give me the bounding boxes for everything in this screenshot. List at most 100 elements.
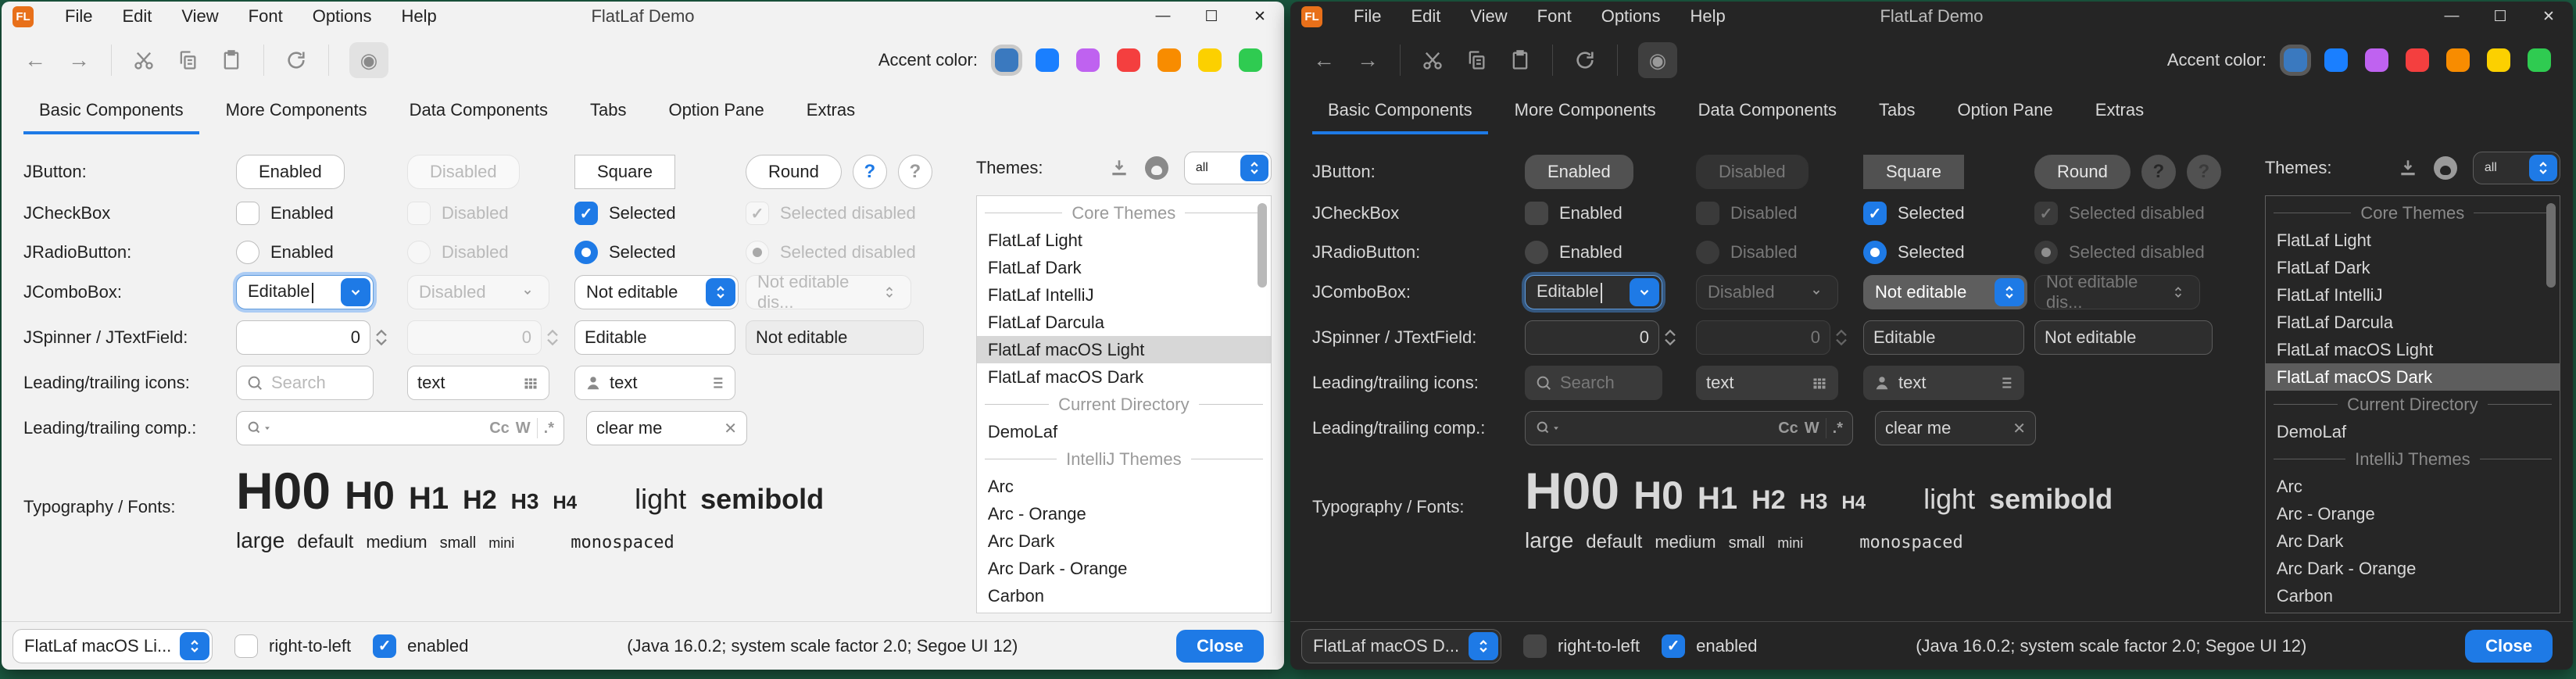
theme-item[interactable]: FlatLaf macOS Dark — [2266, 363, 2560, 391]
tab-more-components[interactable]: More Components — [210, 89, 383, 134]
enabled-button[interactable]: Enabled — [1525, 155, 1633, 189]
forward-icon[interactable]: → — [1356, 48, 1379, 72]
theme-item[interactable]: FlatLaf Light — [977, 227, 1271, 254]
theme-item[interactable]: DemoLaf — [2266, 418, 2560, 445]
clearable-input[interactable]: clear me ✕ — [1875, 411, 2036, 445]
spinner-field[interactable]: 0 — [1525, 320, 1659, 355]
theme-item[interactable]: Arc Dark — [2266, 527, 2560, 555]
combobox-not-editable[interactable]: Not editable — [1863, 275, 2027, 309]
accent-swatch-red[interactable] — [2406, 48, 2429, 72]
download-icon[interactable] — [1109, 158, 1129, 178]
chevron-up-down-icon[interactable] — [706, 278, 735, 306]
cut-icon[interactable] — [132, 48, 156, 72]
menu-view[interactable]: View — [181, 6, 218, 27]
search-with-options-input[interactable]: Cc W .* — [236, 411, 564, 445]
scrollbar-thumb[interactable] — [1258, 203, 1267, 288]
theme-item[interactable]: Arc Dark — [977, 527, 1271, 555]
show-hidden-toggle eye-icon[interactable]: ◉ — [349, 42, 388, 78]
chevron-up-down-icon[interactable] — [1995, 278, 2024, 306]
square-button[interactable]: Square — [574, 155, 675, 189]
enabled-checkbox[interactable]: ✓ — [373, 634, 396, 658]
right-to-left-checkbox[interactable] — [234, 634, 258, 658]
cut-icon[interactable] — [1421, 48, 1444, 72]
maximize-icon[interactable]: ☐ — [2476, 2, 2524, 31]
menu-file[interactable]: File — [65, 6, 92, 27]
look-and-feel-combobox[interactable]: FlatLaf macOS Li... — [13, 629, 213, 663]
right-to-left-checkbox[interactable] — [1523, 634, 1547, 658]
accent-swatch-green[interactable] — [1239, 48, 1262, 72]
whole-word-button[interactable]: W — [516, 420, 531, 438]
menu-font[interactable]: Font — [1537, 6, 1572, 27]
chevron-up-down-icon[interactable] — [1469, 632, 1498, 660]
paste-icon[interactable] — [220, 48, 243, 72]
minimize-icon[interactable]: — — [1139, 2, 1187, 31]
search-input[interactable] — [236, 366, 374, 400]
close-icon[interactable]: ✕ — [1236, 2, 1284, 31]
theme-item[interactable]: Arc - Orange — [977, 500, 1271, 527]
theme-item[interactable]: DemoLaf — [977, 418, 1271, 445]
tab-more-components[interactable]: More Components — [1499, 89, 1672, 134]
theme-item[interactable]: FlatLaf macOS Dark — [977, 363, 1271, 391]
round-button[interactable]: Round — [2034, 155, 2131, 189]
match-case-button[interactable]: Cc — [1778, 420, 1798, 438]
menu-edit[interactable]: Edit — [1411, 6, 1440, 27]
textfield-editable[interactable]: Editable — [1863, 320, 2024, 355]
search-dropdown-icon[interactable] — [1535, 420, 1560, 437]
accent-swatch-orange[interactable] — [2446, 48, 2470, 72]
round-button[interactable]: Round — [746, 155, 842, 189]
accent-swatch-green[interactable] — [2528, 48, 2551, 72]
forward-icon[interactable]: → — [67, 48, 91, 72]
show-hidden-toggle eye-icon[interactable]: ◉ — [1638, 42, 1677, 78]
scrollbar-thumb[interactable] — [2546, 203, 2556, 288]
accent-swatch-purple[interactable] — [2365, 48, 2388, 72]
theme-item[interactable]: FlatLaf Darcula — [977, 309, 1271, 336]
combobox-editable[interactable]: Editable — [1525, 275, 1662, 309]
spinner-arrows[interactable] — [375, 329, 388, 346]
chevron-up-down-icon[interactable] — [1240, 155, 1268, 181]
refresh-icon[interactable] — [284, 48, 308, 72]
textfield-editable[interactable]: Editable — [574, 320, 735, 355]
accent-swatch-default[interactable] — [995, 48, 1018, 72]
radio-enabled[interactable] — [236, 241, 259, 264]
clear-icon[interactable]: ✕ — [724, 419, 737, 438]
copy-icon[interactable] — [1465, 48, 1488, 72]
themes-filter-combobox[interactable]: all — [2473, 152, 2560, 184]
tab-basic-components[interactable]: Basic Components — [23, 89, 199, 134]
tab-option-pane[interactable]: Option Pane — [653, 89, 779, 134]
paste-icon[interactable] — [1508, 48, 1532, 72]
enabled-checkbox[interactable]: ✓ — [1662, 634, 1685, 658]
help-button[interactable]: ? — [853, 155, 887, 189]
theme-item[interactable]: Cobalt 2 — [2266, 609, 2560, 613]
minimize-icon[interactable]: — — [2428, 2, 2476, 31]
radio-enabled[interactable] — [1525, 241, 1548, 264]
square-button[interactable]: Square — [1863, 155, 1964, 189]
accent-swatch-orange[interactable] — [1157, 48, 1181, 72]
copy-icon[interactable] — [176, 48, 199, 72]
theme-item[interactable]: Arc Dark - Orange — [977, 555, 1271, 582]
menu-view[interactable]: View — [1470, 6, 1507, 27]
menu-help[interactable]: Help — [402, 6, 437, 27]
theme-item[interactable]: Arc Dark - Orange — [2266, 555, 2560, 582]
github-icon[interactable] — [2434, 156, 2457, 180]
clear-icon[interactable]: ✕ — [2012, 419, 2026, 438]
menu-options[interactable]: Options — [1601, 6, 1661, 27]
match-case-button[interactable]: Cc — [489, 420, 510, 438]
chevron-up-down-icon[interactable] — [2529, 155, 2557, 181]
theme-item[interactable]: FlatLaf macOS Light — [2266, 336, 2560, 363]
menu-font[interactable]: Font — [249, 6, 283, 27]
close-button[interactable]: Close — [2465, 630, 2553, 663]
checkbox-enabled[interactable] — [236, 202, 259, 225]
search-with-options-input[interactable]: Cc W .* — [1525, 411, 1853, 445]
list-icon[interactable] — [1997, 374, 2014, 391]
tab-data-components[interactable]: Data Components — [394, 89, 564, 134]
accent-swatch-default[interactable] — [2284, 48, 2307, 72]
theme-item[interactable]: Cobalt 2 — [977, 609, 1271, 613]
accent-swatch-yellow[interactable] — [1198, 48, 1222, 72]
menu-edit[interactable]: Edit — [122, 6, 152, 27]
tab-extras[interactable]: Extras — [2080, 89, 2159, 134]
regex-button[interactable]: .* — [544, 420, 554, 438]
chevron-down-icon[interactable] — [341, 278, 370, 306]
chevron-down-icon[interactable] — [1630, 278, 1659, 306]
accent-swatch-blue[interactable] — [1036, 48, 1059, 72]
tab-data-components[interactable]: Data Components — [1683, 89, 1852, 134]
